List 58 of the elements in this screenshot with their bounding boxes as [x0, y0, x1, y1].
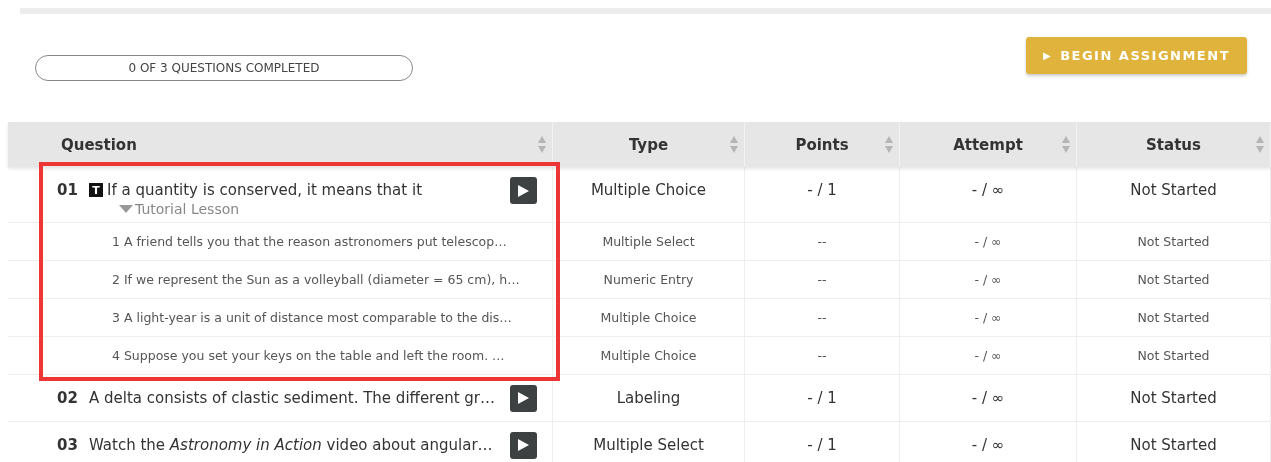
play-button[interactable]	[510, 177, 537, 204]
table-cell: Not Started	[1077, 375, 1271, 421]
table-cell: - / 1	[745, 167, 900, 222]
sort-icon[interactable]	[1256, 136, 1264, 153]
question-text[interactable]: Watch the Astronomy in Action video about angular…	[89, 436, 504, 454]
table-cell: - / ∞	[900, 299, 1077, 336]
table-cell: - / ∞	[900, 375, 1077, 421]
column-header[interactable]: Question	[61, 135, 137, 154]
sort-icon[interactable]	[885, 136, 893, 153]
table-cell[interactable]: 1 A friend tells you that the reason astronomers put telescop…	[8, 223, 553, 260]
sort-icon[interactable]	[1062, 136, 1070, 153]
table-cell[interactable]: 3 A light-year is a unit of distance most comparable to the dis…	[8, 299, 553, 336]
column-header[interactable]: Status	[1146, 135, 1201, 154]
question-text[interactable]: A delta consists of clastic sediment. The different gr…	[89, 389, 504, 407]
progress-label: 0 OF 3 QUESTIONS COMPLETED	[128, 61, 320, 75]
table-cell: - / ∞	[900, 337, 1077, 374]
question-text[interactable]: If a quantity is conserved, it means that it	[107, 181, 504, 199]
table-cell: Multiple Select	[553, 223, 745, 260]
play-icon	[518, 184, 529, 197]
table-cell: Multiple Select	[553, 422, 745, 462]
play-button[interactable]	[510, 384, 537, 412]
table-cell: Not Started	[1077, 261, 1271, 298]
sort-icon[interactable]	[730, 136, 738, 153]
tutorial-badge: T	[89, 183, 103, 197]
column-header[interactable]: Attempt	[953, 135, 1023, 154]
table-cell: Not Started	[1077, 167, 1271, 222]
table-cell: - / ∞	[900, 167, 1077, 222]
table-cell: - / 1	[745, 375, 900, 421]
table-cell: Not Started	[1077, 223, 1271, 260]
table-cell: Multiple Choice	[553, 299, 745, 336]
question-number: 03	[57, 436, 79, 454]
play-button[interactable]	[510, 431, 537, 459]
table-cell: - / ∞	[900, 261, 1077, 298]
table-cell: --	[745, 337, 900, 374]
column-header[interactable]: Type	[628, 135, 669, 154]
table-cell: Numeric Entry	[553, 261, 745, 298]
table-cell[interactable]: 2 If we represent the Sun as a volleyball (diameter = 65 cm), h…	[8, 261, 553, 298]
table-cell: - / 1	[745, 422, 900, 462]
table-cell: Not Started	[1077, 422, 1271, 462]
table-cell: - / ∞	[900, 422, 1077, 462]
table-cell: --	[745, 223, 900, 260]
table-cell[interactable]: 4 Suppose you set your keys on the table and left the room. …	[8, 337, 553, 374]
table-cell: - / ∞	[900, 223, 1077, 260]
table-cell: --	[745, 261, 900, 298]
table-cell: Labeling	[553, 375, 745, 421]
play-icon	[518, 392, 529, 404]
lesson-toggle[interactable]: Tutorial Lesson	[119, 201, 240, 217]
table-cell: Multiple Choice	[553, 337, 745, 374]
play-icon	[518, 439, 529, 451]
sort-icon[interactable]	[538, 136, 546, 153]
table-cell: Not Started	[1077, 299, 1271, 336]
question-number: 01	[57, 181, 79, 199]
table-cell: Not Started	[1077, 337, 1271, 374]
table-cell: Multiple Choice	[553, 167, 745, 222]
column-header[interactable]: Points	[795, 135, 849, 154]
question-number: 02	[57, 389, 79, 407]
table-cell: --	[745, 299, 900, 336]
caret-icon	[119, 205, 133, 213]
